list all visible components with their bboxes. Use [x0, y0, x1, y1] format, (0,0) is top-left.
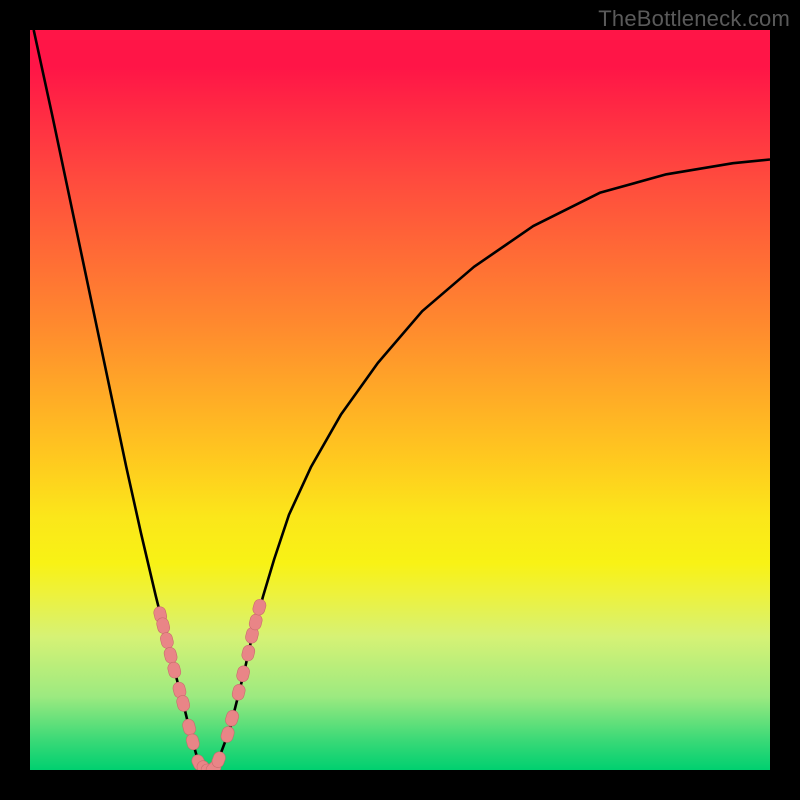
marker — [219, 725, 235, 744]
marker — [241, 644, 257, 662]
marker — [167, 661, 183, 679]
marker — [159, 631, 175, 649]
marker — [181, 718, 197, 737]
bottleneck-curve — [34, 30, 770, 770]
plot-area — [30, 30, 770, 770]
watermark-text: TheBottleneck.com — [598, 6, 790, 32]
marker — [163, 646, 179, 664]
chart-frame: TheBottleneck.com — [0, 0, 800, 800]
curve-markers — [153, 598, 268, 770]
marker — [224, 709, 240, 728]
marker — [235, 665, 250, 683]
marker — [185, 733, 201, 752]
marker — [231, 683, 247, 701]
marker — [251, 598, 267, 617]
chart-svg — [30, 30, 770, 770]
